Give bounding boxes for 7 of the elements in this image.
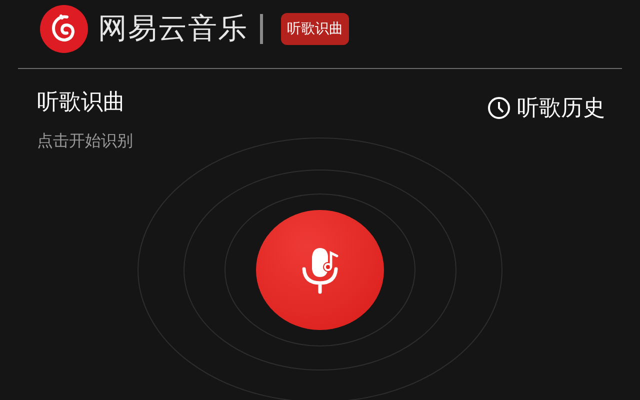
brand-name: 网易云音乐 <box>98 10 248 47</box>
page-badge: 听歌识曲 <box>281 13 349 45</box>
logo-icon <box>40 5 88 53</box>
page-title: 听歌识曲 <box>37 89 126 117</box>
hint-text: 点击开始识别 <box>37 131 133 152</box>
history-link[interactable]: 听歌历史 <box>487 93 605 123</box>
clock-icon <box>487 96 511 120</box>
